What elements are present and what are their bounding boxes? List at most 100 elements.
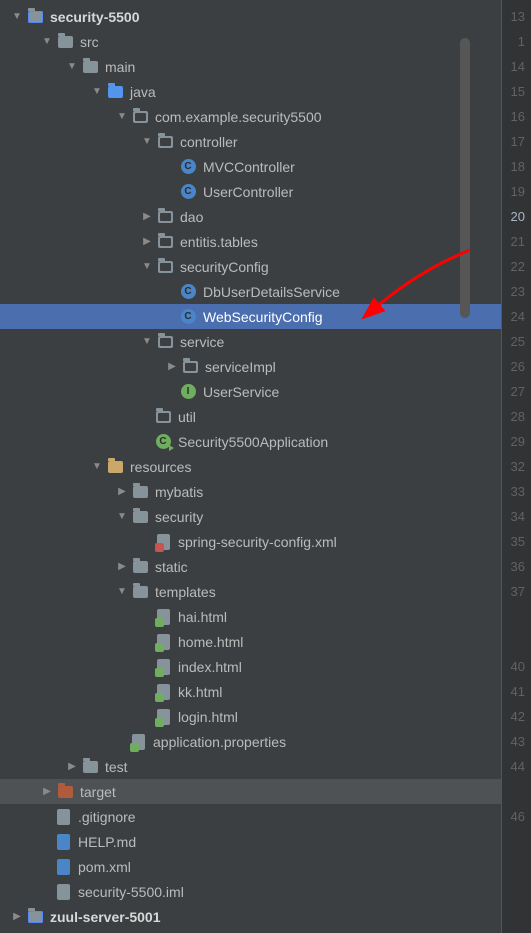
gutter-line-number <box>502 904 525 929</box>
tree-node-application-properties[interactable]: application.properties <box>0 729 501 754</box>
chevron-down-icon[interactable]: ▼ <box>140 261 154 272</box>
node-label: pom.xml <box>78 859 131 875</box>
tree-node-userservice[interactable]: I UserService <box>0 379 501 404</box>
tree-node-dao-package[interactable]: ▶ dao <box>0 204 501 229</box>
tree-node-websecurityconfig[interactable]: C WebSecurityConfig <box>0 304 501 329</box>
tree-node-target[interactable]: ▶ target <box>0 779 501 804</box>
gutter-line-number: 21 <box>502 229 525 254</box>
package-icon <box>156 258 174 276</box>
chevron-right-icon[interactable]: ▶ <box>115 561 129 572</box>
tree-node-project-root[interactable]: ▼ security-5500 <box>0 4 501 29</box>
gutter-line-number: 1 <box>502 29 525 54</box>
gutter-line-number: 32 <box>502 454 525 479</box>
gutter-line-number: 18 <box>502 154 525 179</box>
node-label: Security5500Application <box>178 434 328 450</box>
file-icon <box>54 883 72 901</box>
tree-node-application-class[interactable]: C Security5500Application <box>0 429 501 454</box>
folder-icon <box>131 558 149 576</box>
tree-node-securityconfig-package[interactable]: ▼ securityConfig <box>0 254 501 279</box>
chevron-down-icon[interactable]: ▼ <box>115 111 129 122</box>
chevron-right-icon[interactable]: ▶ <box>140 236 154 247</box>
tree-node-src[interactable]: ▼ src <box>0 29 501 54</box>
chevron-down-icon[interactable]: ▼ <box>115 511 129 522</box>
gutter-line-number: 17 <box>502 129 525 154</box>
tree-node-home-html[interactable]: home.html <box>0 629 501 654</box>
gutter-line-number: 46 <box>502 804 525 829</box>
node-label: java <box>130 84 156 100</box>
tree-node-login-html[interactable]: login.html <box>0 704 501 729</box>
tree-node-hai-html[interactable]: hai.html <box>0 604 501 629</box>
module-folder-icon <box>26 8 44 26</box>
editor-gutter: 1311415161718192021222324252627282932333… <box>501 0 531 933</box>
chevron-right-icon[interactable]: ▶ <box>115 486 129 497</box>
chevron-right-icon[interactable]: ▶ <box>65 761 79 772</box>
tree-node-entitis-package[interactable]: ▶ entitis.tables <box>0 229 501 254</box>
gutter-line-number: 27 <box>502 379 525 404</box>
node-label: .gitignore <box>78 809 136 825</box>
tree-node-user-controller[interactable]: C UserController <box>0 179 501 204</box>
gutter-line-number <box>502 604 525 629</box>
gutter-line-number: 36 <box>502 554 525 579</box>
tree-node-static[interactable]: ▶ static <box>0 554 501 579</box>
package-icon <box>131 108 149 126</box>
tree-node-index-html[interactable]: index.html <box>0 654 501 679</box>
tree-node-test[interactable]: ▶ test <box>0 754 501 779</box>
tree-node-security-folder[interactable]: ▼ security <box>0 504 501 529</box>
tree-node-kk-html[interactable]: kk.html <box>0 679 501 704</box>
node-label: security-5500 <box>50 9 140 25</box>
tree-node-controller-package[interactable]: ▼ controller <box>0 129 501 154</box>
tree-node-mybatis[interactable]: ▶ mybatis <box>0 479 501 504</box>
node-label: security <box>155 509 203 525</box>
tree-node-service-package[interactable]: ▼ service <box>0 329 501 354</box>
node-label: hai.html <box>178 609 227 625</box>
tree-node-spring-security-xml[interactable]: spring-security-config.xml <box>0 529 501 554</box>
chevron-down-icon[interactable]: ▼ <box>90 461 104 472</box>
gutter-line-number: 13 <box>502 4 525 29</box>
chevron-right-icon[interactable]: ▶ <box>40 786 54 797</box>
tree-node-templates[interactable]: ▼ templates <box>0 579 501 604</box>
gutter-line-number <box>502 829 525 854</box>
chevron-right-icon[interactable]: ▶ <box>10 911 24 922</box>
tree-node-resources[interactable]: ▼ resources <box>0 454 501 479</box>
tree-node-pom-xml[interactable]: pom.xml <box>0 854 501 879</box>
gutter-line-number <box>502 854 525 879</box>
project-tree[interactable]: ▼ security-5500 ▼ src ▼ main ▼ java ▼ co… <box>0 0 501 933</box>
tree-node-mvc-controller[interactable]: C MVCController <box>0 154 501 179</box>
tree-node-gitignore[interactable]: .gitignore <box>0 804 501 829</box>
gutter-line-number: 33 <box>502 479 525 504</box>
scrollbar-thumb[interactable] <box>460 38 470 318</box>
gutter-line-number: 41 <box>502 679 525 704</box>
chevron-down-icon[interactable]: ▼ <box>115 586 129 597</box>
gutter-line-number: 22 <box>502 254 525 279</box>
folder-icon <box>56 33 74 51</box>
tree-node-dbuserdetailsservice[interactable]: C DbUserDetailsService <box>0 279 501 304</box>
class-icon: C <box>179 308 197 326</box>
tree-node-zuul-server[interactable]: ▶ zuul-server-5001 <box>0 904 501 929</box>
node-label: security-5500.iml <box>78 884 184 900</box>
chevron-right-icon[interactable]: ▶ <box>140 211 154 222</box>
folder-icon <box>81 758 99 776</box>
package-icon <box>156 233 174 251</box>
markdown-file-icon <box>54 833 72 851</box>
properties-file-icon <box>129 733 147 751</box>
html-file-icon <box>154 633 172 651</box>
tree-node-base-package[interactable]: ▼ com.example.security5500 <box>0 104 501 129</box>
chevron-down-icon[interactable]: ▼ <box>10 11 24 22</box>
html-file-icon <box>154 608 172 626</box>
chevron-right-icon[interactable]: ▶ <box>165 361 179 372</box>
tree-node-serviceimpl-package[interactable]: ▶ serviceImpl <box>0 354 501 379</box>
tree-node-help-md[interactable]: HELP.md <box>0 829 501 854</box>
chevron-down-icon[interactable]: ▼ <box>40 36 54 47</box>
tree-node-java[interactable]: ▼ java <box>0 79 501 104</box>
chevron-down-icon[interactable]: ▼ <box>65 61 79 72</box>
gutter-line-number <box>502 879 525 904</box>
chevron-down-icon[interactable]: ▼ <box>140 336 154 347</box>
tree-node-main[interactable]: ▼ main <box>0 54 501 79</box>
chevron-down-icon[interactable]: ▼ <box>90 86 104 97</box>
chevron-down-icon[interactable]: ▼ <box>140 136 154 147</box>
gutter-line-number: 19 <box>502 179 525 204</box>
tree-node-iml[interactable]: security-5500.iml <box>0 879 501 904</box>
node-label: util <box>178 409 196 425</box>
tree-node-util-package[interactable]: util <box>0 404 501 429</box>
gutter-line-number: 16 <box>502 104 525 129</box>
